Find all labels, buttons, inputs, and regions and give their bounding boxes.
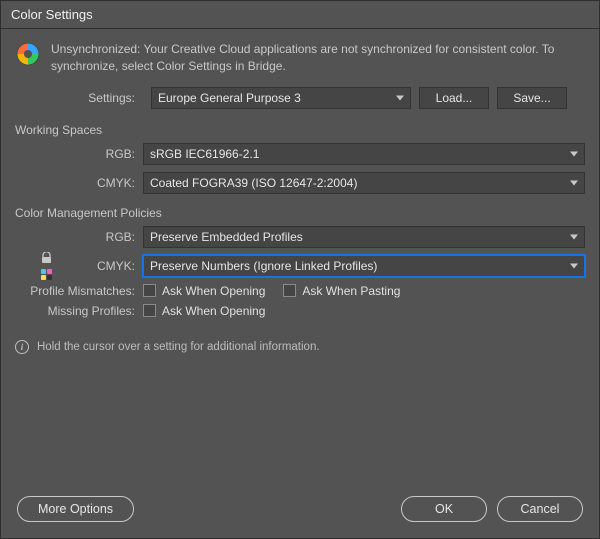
ws-cmyk-select[interactable]: Coated FOGRA39 (ISO 12647-2:2004) — [143, 172, 585, 194]
working-spaces-section: Working Spaces RGB: sRGB IEC61966-2.1 CM… — [15, 123, 585, 194]
lock-indicator — [41, 252, 52, 280]
pol-cmyk-select-wrap: Preserve Numbers (Ignore Linked Profiles… — [143, 255, 585, 277]
settings-row: Settings: Europe General Purpose 3 Load.… — [15, 87, 585, 109]
ws-rgb-select-wrap: sRGB IEC61966-2.1 — [143, 143, 585, 165]
missing-profiles-row: Missing Profiles: Ask When Opening — [15, 304, 585, 318]
lock-icon — [41, 252, 52, 267]
ask-when-opening-missing-label: Ask When Opening — [162, 304, 265, 318]
ws-cmyk-select-wrap: Coated FOGRA39 (ISO 12647-2:2004) — [143, 172, 585, 194]
settings-select[interactable]: Europe General Purpose 3 — [151, 87, 411, 109]
dialog-content: Unsynchronized: Your Creative Cloud appl… — [1, 29, 599, 484]
settings-select-wrap: Europe General Purpose 3 — [151, 87, 411, 109]
profile-mismatches-label: Profile Mismatches: — [15, 284, 143, 298]
cancel-button[interactable]: Cancel — [497, 496, 583, 522]
pol-rgb-select[interactable]: Preserve Embedded Profiles — [143, 226, 585, 248]
info-text: Hold the cursor over a setting for addit… — [37, 341, 320, 353]
policies-section: Color Management Policies RGB: Preserve … — [15, 206, 585, 318]
sync-status-text: Unsynchronized: Your Creative Cloud appl… — [51, 41, 585, 75]
more-options-button[interactable]: More Options — [17, 496, 134, 522]
profile-mismatches-group: Ask When Opening Ask When Pasting — [143, 284, 400, 298]
ask-when-pasting[interactable]: Ask When Pasting — [283, 284, 400, 298]
ask-when-opening-missing-checkbox[interactable] — [143, 304, 156, 317]
ws-rgb-row: RGB: sRGB IEC61966-2.1 — [15, 143, 585, 165]
pol-cmyk-select[interactable]: Preserve Numbers (Ignore Linked Profiles… — [143, 255, 585, 277]
pol-rgb-row: RGB: Preserve Embedded Profiles — [15, 226, 585, 248]
info-row: i Hold the cursor over a setting for add… — [15, 340, 585, 354]
save-button[interactable]: Save... — [497, 87, 567, 109]
working-spaces-header: Working Spaces — [15, 123, 585, 137]
ws-cmyk-row: CMYK: Coated FOGRA39 (ISO 12647-2:2004) — [15, 172, 585, 194]
cmyk-swatch-icon — [41, 269, 52, 280]
pol-rgb-select-wrap: Preserve Embedded Profiles — [143, 226, 585, 248]
ask-when-opening-missing[interactable]: Ask When Opening — [143, 304, 265, 318]
ask-when-pasting-checkbox[interactable] — [283, 284, 296, 297]
ask-when-opening-mismatch[interactable]: Ask When Opening — [143, 284, 265, 298]
titlebar: Color Settings — [1, 1, 599, 29]
ws-rgb-label: RGB: — [15, 147, 143, 161]
missing-profiles-label: Missing Profiles: — [15, 304, 143, 318]
pol-cmyk-row: CMYK: Preserve Numbers (Ignore Linked Pr… — [15, 255, 585, 277]
load-button[interactable]: Load... — [419, 87, 489, 109]
settings-label: Settings: — [15, 91, 143, 105]
ask-when-opening-mismatch-checkbox[interactable] — [143, 284, 156, 297]
color-settings-dialog: Color Settings Unsynchronized: Your Crea… — [0, 0, 600, 539]
unsynchronized-icon — [15, 41, 41, 70]
missing-profiles-group: Ask When Opening — [143, 304, 265, 318]
ws-rgb-select[interactable]: sRGB IEC61966-2.1 — [143, 143, 585, 165]
policies-header: Color Management Policies — [15, 206, 585, 220]
ask-when-opening-mismatch-label: Ask When Opening — [162, 284, 265, 298]
ask-when-pasting-label: Ask When Pasting — [302, 284, 400, 298]
sync-status-row: Unsynchronized: Your Creative Cloud appl… — [15, 41, 585, 75]
pol-rgb-label: RGB: — [15, 230, 143, 244]
info-icon: i — [15, 340, 29, 354]
dialog-footer: More Options OK Cancel — [1, 484, 599, 538]
ws-cmyk-label: CMYK: — [15, 176, 143, 190]
window-title: Color Settings — [11, 7, 93, 22]
ok-button[interactable]: OK — [401, 496, 487, 522]
pol-cmyk-label: CMYK: — [15, 259, 143, 273]
profile-mismatches-row: Profile Mismatches: Ask When Opening Ask… — [15, 284, 585, 298]
